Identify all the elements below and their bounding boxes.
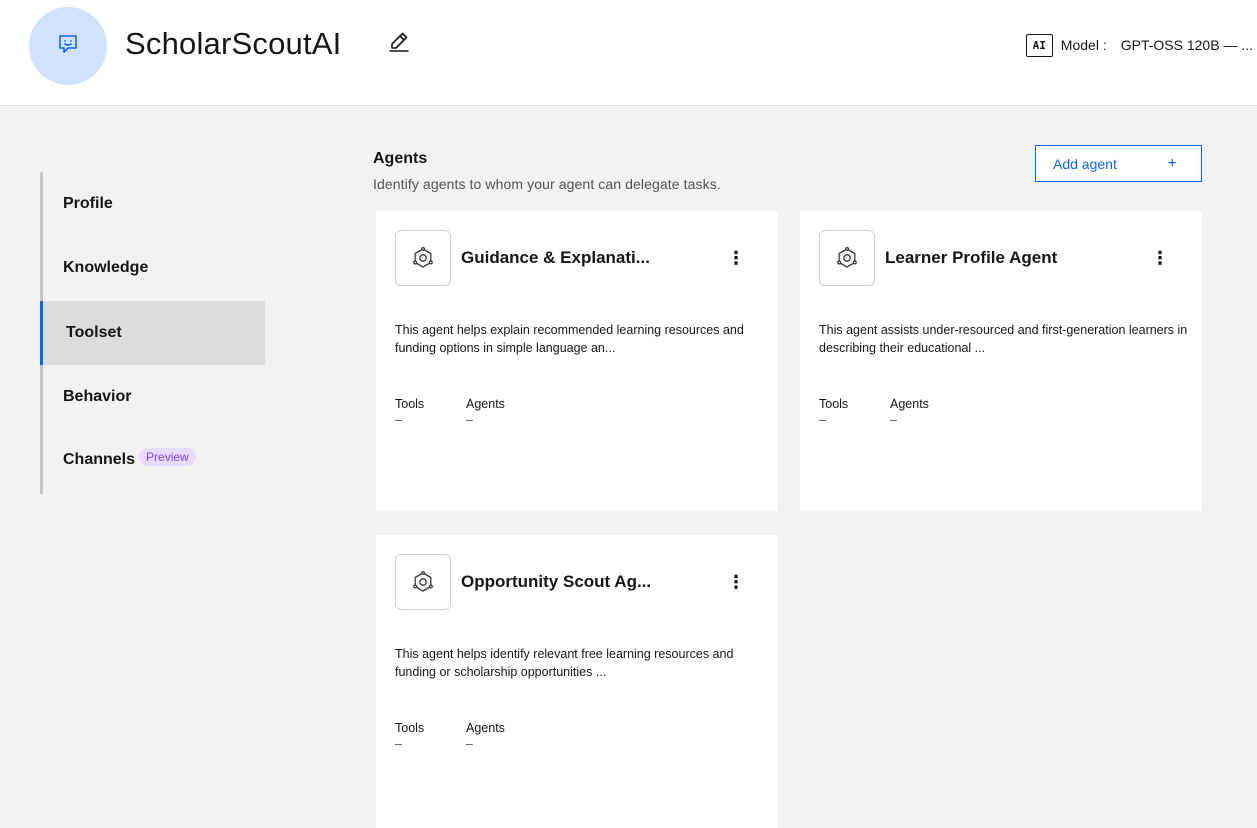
ai-badge-icon: AI xyxy=(1025,33,1053,57)
agent-hexagon-icon xyxy=(819,230,875,286)
agents-value: – xyxy=(466,737,473,751)
overflow-menu-icon[interactable]: ⋮ xyxy=(1150,245,1170,271)
agent-card-description: This agent helps identify relevant free … xyxy=(395,647,734,679)
model-selector[interactable]: AI Model : GPT-OSS 120B — ... xyxy=(1025,30,1257,60)
preview-tag: Preview xyxy=(139,448,196,466)
agent-card[interactable]: Opportunity Scout Ag... ⋮ This agent hel… xyxy=(376,535,778,828)
nav-item-label: Toolset xyxy=(66,324,122,341)
nav-item-label: Behavior xyxy=(63,388,132,405)
agents-value: – xyxy=(890,413,897,427)
agent-card[interactable]: Learner Profile Agent ⋮ This agent assis… xyxy=(800,211,1202,511)
chat-bot-icon xyxy=(56,32,80,61)
tools-value: – xyxy=(819,413,826,427)
tools-label: Tools xyxy=(395,721,425,735)
agent-card-tools: Tools – xyxy=(395,721,424,751)
tools-label: Tools xyxy=(819,397,849,411)
tools-label: Tools xyxy=(395,397,425,411)
agent-title: ScholarScoutAI xyxy=(125,26,342,61)
tools-value: – xyxy=(395,413,402,427)
agent-card-tools: Tools – xyxy=(819,397,848,427)
model-label: Model : xyxy=(1060,37,1107,53)
nav-item-label: Knowledge xyxy=(63,259,149,276)
agent-card-tools: Tools – xyxy=(395,397,424,427)
agent-card-agents: Agents – xyxy=(466,397,505,427)
agent-card-title[interactable]: Learner Profile Agent xyxy=(885,248,1057,268)
nav-item-label: Channels xyxy=(63,451,136,468)
nav-item-label: Profile xyxy=(63,195,113,212)
nav-item-behavior[interactable]: Behavior xyxy=(40,365,265,429)
edit-title-button[interactable] xyxy=(384,28,414,58)
nav-item-knowledge[interactable]: Knowledge xyxy=(40,236,265,300)
tools-value: – xyxy=(395,737,402,751)
agent-card-description: This agent helps explain recommended lea… xyxy=(395,323,744,355)
agents-label: Agents xyxy=(466,397,505,411)
pencil-icon xyxy=(387,29,411,58)
agent-hexagon-icon xyxy=(395,230,451,286)
nav-item-channels[interactable]: Channels Preview xyxy=(40,428,265,492)
add-agent-label: Add agent xyxy=(1053,155,1117,172)
agents-section-title: Agents xyxy=(373,150,428,167)
top-bar: ScholarScoutAI AI Model : GPT-OSS 120B —… xyxy=(0,0,1257,106)
agent-card-title[interactable]: Opportunity Scout Ag... xyxy=(461,572,651,592)
side-nav: Profile Knowledge Toolset Behavior Chann… xyxy=(40,172,265,494)
agent-hexagon-icon xyxy=(395,554,451,610)
nav-item-toolset[interactable]: Toolset xyxy=(40,301,265,365)
model-value[interactable]: GPT-OSS 120B — ... xyxy=(1121,37,1257,53)
agent-card-agents: Agents – xyxy=(890,397,929,427)
agent-card-title[interactable]: Guidance & Explanati... xyxy=(461,248,650,268)
agents-value: – xyxy=(466,413,473,427)
agents-label: Agents xyxy=(466,721,505,735)
add-agent-button[interactable]: Add agent + xyxy=(1035,145,1202,182)
agent-card-agents: Agents – xyxy=(466,721,505,751)
agent-card[interactable]: Guidance & Explanati... ⋮ This agent hel… xyxy=(376,211,778,511)
plus-icon: + xyxy=(1167,154,1177,172)
overflow-menu-icon[interactable]: ⋮ xyxy=(726,569,746,595)
agent-avatar xyxy=(29,7,107,85)
agents-section-description: Identify agents to whom your agent can d… xyxy=(373,176,721,192)
overflow-menu-icon[interactable]: ⋮ xyxy=(726,245,746,271)
nav-item-profile[interactable]: Profile xyxy=(40,172,265,236)
agents-label: Agents xyxy=(890,397,929,411)
agent-card-description: This agent assists under-resourced and f… xyxy=(819,323,1188,355)
